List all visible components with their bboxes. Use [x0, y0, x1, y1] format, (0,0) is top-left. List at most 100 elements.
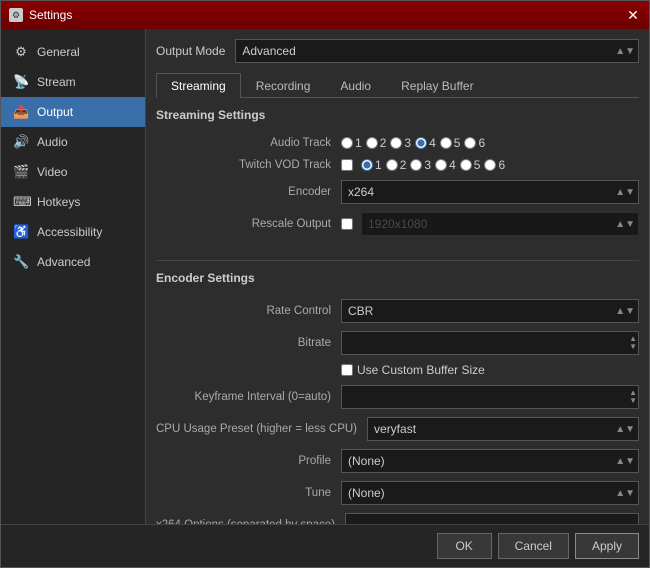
bitrate-spinner-arrows[interactable]: ▲▼: [629, 335, 637, 351]
accessibility-icon: ♿: [13, 224, 29, 240]
profile-select[interactable]: (None) baseline main high: [341, 449, 639, 473]
ok-button[interactable]: OK: [437, 533, 492, 559]
x264-options-input[interactable]: [345, 513, 639, 524]
app-icon: ⚙: [9, 8, 23, 22]
rate-control-row: Rate Control CBR VBR ABR CRF ▲▼: [156, 299, 639, 323]
rescale-checkbox[interactable]: [341, 218, 353, 230]
x264-options-control: [345, 513, 639, 524]
content-area: Output Mode Simple Advanced ▲▼ Streaming…: [146, 29, 649, 524]
tab-recording[interactable]: Recording: [241, 73, 326, 98]
audio-track-2[interactable]: 2: [366, 136, 387, 150]
custom-buffer-checkbox-label: Use Custom Buffer Size: [357, 363, 485, 377]
sidebar-item-label: Video: [37, 165, 67, 179]
encoder-settings-section: Encoder Settings Rate Control CBR VBR AB…: [156, 260, 639, 524]
tabs: Streaming Recording Audio Replay Buffer: [156, 73, 639, 98]
sidebar-item-audio[interactable]: 🔊 Audio: [1, 127, 145, 157]
rescale-resolution-wrapper: 1920x1080 ▲▼: [361, 212, 639, 236]
audio-icon: 🔊: [13, 134, 29, 150]
encoder-select-wrapper: x264 NVENC H.264 AMD HW H.264 ▲▼: [341, 180, 639, 204]
output-mode-label: Output Mode: [156, 44, 225, 58]
rescale-resolution-select[interactable]: 1920x1080: [361, 212, 639, 236]
custom-buffer-controls: Use Custom Buffer Size: [341, 363, 639, 377]
output-mode-select[interactable]: Simple Advanced: [235, 39, 639, 63]
custom-buffer-row: Use Custom Buffer Size: [156, 363, 639, 377]
cpu-preset-select-wrapper: ultrafast superfast veryfast faster fast…: [367, 417, 639, 441]
bitrate-row: Bitrate 2500 Kbps ▲▼: [156, 331, 639, 355]
tune-label: Tune: [156, 487, 341, 499]
rate-control-select[interactable]: CBR VBR ABR CRF: [341, 299, 639, 323]
main-content: ⚙ General 📡 Stream 📤 Output 🔊 Audio 🎬 Vi…: [1, 29, 649, 524]
tune-select[interactable]: (None) film animation grain stillimage f…: [341, 481, 639, 505]
rescale-output-label: Rescale Output: [156, 218, 341, 230]
tvod-track-5[interactable]: 5: [460, 158, 481, 172]
cpu-preset-select[interactable]: ultrafast superfast veryfast faster fast…: [367, 417, 639, 441]
audio-track-3[interactable]: 3: [390, 136, 411, 150]
output-icon: 📤: [13, 104, 29, 120]
window-title: Settings: [29, 8, 72, 22]
titlebar: ⚙ Settings ✕: [1, 1, 649, 29]
sidebar-item-label: Advanced: [37, 255, 90, 269]
sidebar-item-hotkeys[interactable]: ⌨ Hotkeys: [1, 187, 145, 217]
rescale-checkbox-item[interactable]: [341, 218, 353, 230]
keyframe-interval-label: Keyframe Interval (0=auto): [156, 391, 341, 403]
tvod-track-1[interactable]: 1: [361, 158, 382, 172]
sidebar-item-label: General: [37, 45, 80, 59]
bitrate-input[interactable]: 2500 Kbps: [341, 331, 639, 355]
profile-label: Profile: [156, 455, 341, 467]
sidebar-item-advanced[interactable]: 🔧 Advanced: [1, 247, 145, 277]
titlebar-left: ⚙ Settings: [9, 8, 72, 22]
sidebar-item-stream[interactable]: 📡 Stream: [1, 67, 145, 97]
sidebar-item-label: Accessibility: [37, 225, 102, 239]
keyframe-spinner-arrows[interactable]: ▲▼: [629, 389, 637, 405]
streaming-settings-title: Streaming Settings: [156, 108, 639, 126]
twitch-vod-controls: 1 2 3 4: [341, 158, 639, 172]
advanced-icon: 🔧: [13, 254, 29, 270]
profile-select-wrapper: (None) baseline main high ▲▼: [341, 449, 639, 473]
tvod-track-3[interactable]: 3: [410, 158, 431, 172]
twitch-vod-radio-group: 1 2 3 4: [361, 158, 505, 172]
audio-track-4[interactable]: 4: [415, 136, 436, 150]
sidebar-item-general[interactable]: ⚙ General: [1, 37, 145, 67]
sidebar-item-label: Audio: [37, 135, 68, 149]
tab-replay-buffer[interactable]: Replay Buffer: [386, 73, 489, 98]
cancel-button[interactable]: Cancel: [498, 533, 569, 559]
tune-select-wrapper: (None) film animation grain stillimage f…: [341, 481, 639, 505]
sidebar-item-output[interactable]: 📤 Output: [1, 97, 145, 127]
output-mode-select-wrapper: Simple Advanced ▲▼: [235, 39, 639, 63]
encoder-select[interactable]: x264 NVENC H.264 AMD HW H.264: [341, 180, 639, 204]
sidebar-item-video[interactable]: 🎬 Video: [1, 157, 145, 187]
close-button[interactable]: ✕: [625, 7, 641, 23]
encoder-settings-title: Encoder Settings: [156, 271, 639, 289]
audio-track-row: Audio Track 1 2 3: [156, 136, 639, 150]
rescale-output-row: Rescale Output 1920x1080 ▲▼: [156, 212, 639, 236]
custom-buffer-checkbox-item[interactable]: Use Custom Buffer Size: [341, 363, 485, 377]
hotkeys-icon: ⌨: [13, 194, 29, 210]
sidebar: ⚙ General 📡 Stream 📤 Output 🔊 Audio 🎬 Vi…: [1, 29, 146, 524]
bitrate-spinner-wrapper: 2500 Kbps ▲▼: [341, 331, 639, 355]
cpu-preset-label: CPU Usage Preset (higher = less CPU): [156, 423, 367, 435]
tab-audio[interactable]: Audio: [325, 73, 386, 98]
audio-track-controls: 1 2 3 4 5: [341, 136, 639, 150]
apply-button[interactable]: Apply: [575, 533, 639, 559]
sidebar-item-label: Stream: [37, 75, 76, 89]
footer: OK Cancel Apply: [1, 524, 649, 567]
custom-buffer-checkbox[interactable]: [341, 364, 353, 376]
sidebar-item-accessibility[interactable]: ♿ Accessibility: [1, 217, 145, 247]
cpu-preset-row: CPU Usage Preset (higher = less CPU) ult…: [156, 417, 639, 441]
audio-track-label: Audio Track: [156, 137, 341, 149]
audio-track-1[interactable]: 1: [341, 136, 362, 150]
tvod-track-6[interactable]: 6: [484, 158, 505, 172]
twitch-vod-row: Twitch VOD Track 1 2: [156, 158, 639, 172]
stream-icon: 📡: [13, 74, 29, 90]
tvod-track-4[interactable]: 4: [435, 158, 456, 172]
tvod-track-2[interactable]: 2: [386, 158, 407, 172]
rate-control-label: Rate Control: [156, 305, 341, 317]
keyframe-interval-input[interactable]: 0 s: [341, 385, 639, 409]
bitrate-label: Bitrate: [156, 337, 341, 349]
audio-track-5[interactable]: 5: [440, 136, 461, 150]
sidebar-item-label: Output: [37, 105, 73, 119]
twitch-vod-checkbox-item[interactable]: [341, 159, 353, 171]
tab-streaming[interactable]: Streaming: [156, 73, 241, 98]
encoder-row: Encoder x264 NVENC H.264 AMD HW H.264 ▲▼: [156, 180, 639, 204]
audio-track-6[interactable]: 6: [464, 136, 485, 150]
